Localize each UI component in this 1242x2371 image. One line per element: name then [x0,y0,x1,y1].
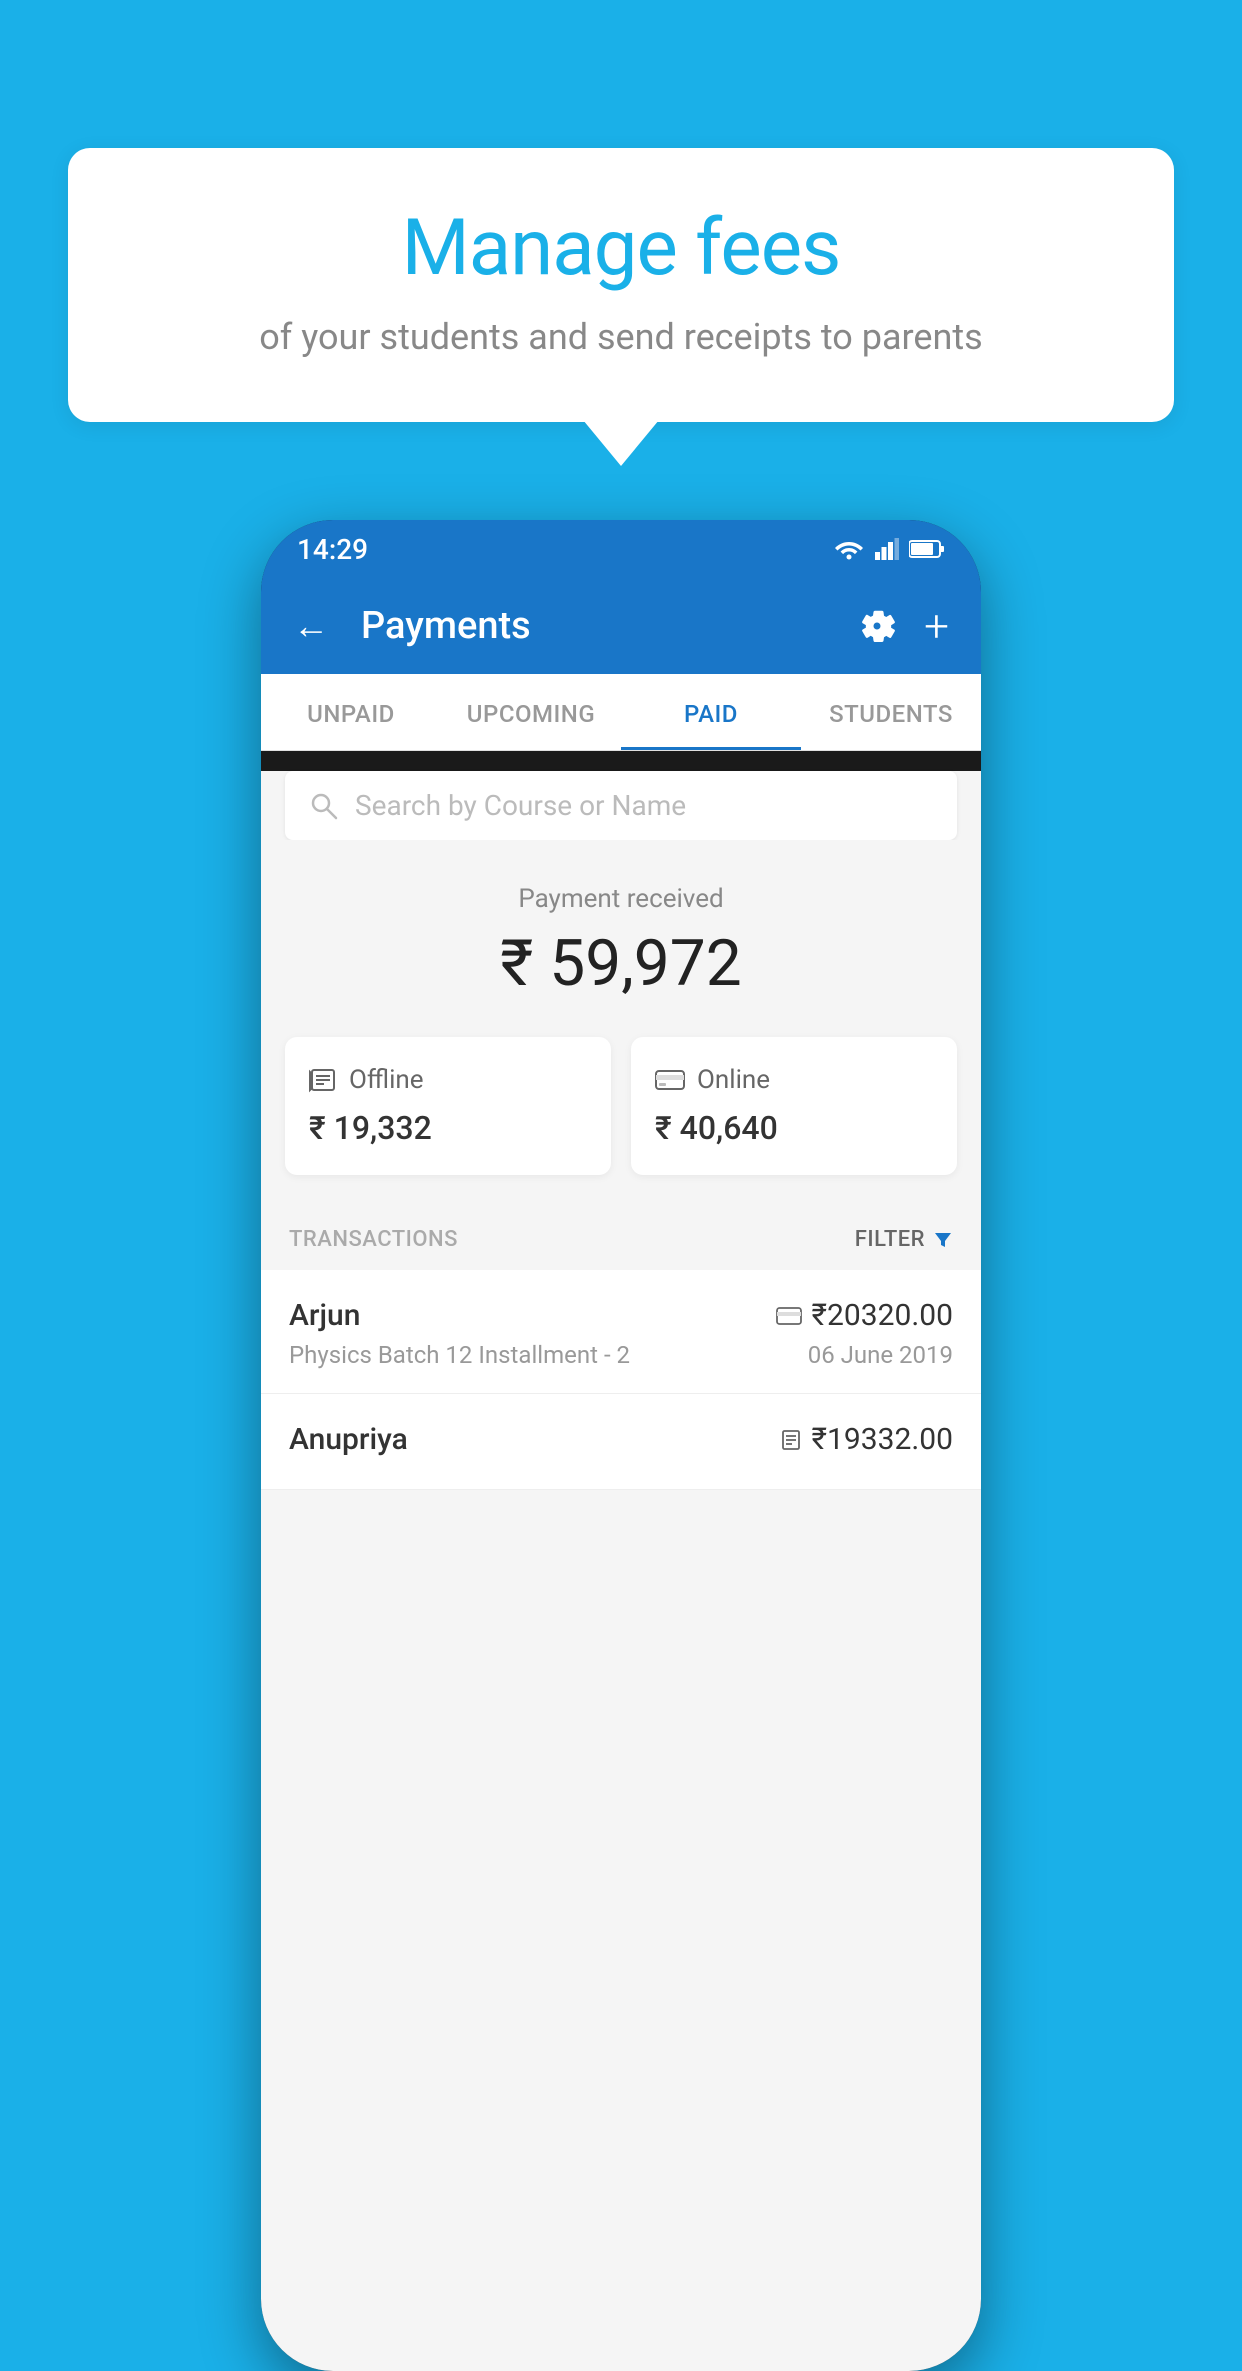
payment-received-amount: ₹ 59,972 [285,926,957,1001]
offline-payment-icon [780,1429,802,1451]
app-header: ← Payments + [261,578,981,674]
offline-label: Offline [349,1065,424,1095]
tab-upcoming[interactable]: UPCOMING [441,674,621,750]
transaction-date-arjun: 06 June 2019 [808,1341,953,1369]
status-bar: 14:29 [261,520,981,578]
offline-card-header: Offline [309,1065,587,1095]
tab-unpaid[interactable]: UNPAID [261,674,441,750]
signal-icon [875,538,899,560]
transactions-header: TRANSACTIONS FILTER [261,1207,981,1270]
manage-fees-title: Manage fees [128,203,1114,294]
transaction-amount-value-arjun: ₹20320.00 [812,1298,953,1333]
search-icon [309,791,339,821]
transaction-row-top-arjun: Arjun ₹20320.00 [289,1298,953,1333]
payment-received-section: Payment received ₹ 59,972 [261,840,981,1037]
transaction-name-arjun: Arjun [289,1298,360,1333]
header-title: Payments [361,604,834,648]
offline-icon [309,1066,337,1094]
phone-wrapper: 14:29 [261,520,981,2371]
transaction-row-top-anupriya: Anupriya ₹19332.00 [289,1422,953,1457]
payment-cards: Offline ₹ 19,332 Online [261,1037,981,1207]
app-content: Search by Course or Name Payment receive… [261,771,981,2371]
online-payment-card: Online ₹ 40,640 [631,1037,957,1175]
wifi-icon [833,538,865,560]
transaction-name-anupriya: Anupriya [289,1422,408,1457]
tab-paid[interactable]: PAID [621,674,801,750]
online-amount: ₹ 40,640 [655,1109,933,1147]
transaction-item-anupriya[interactable]: Anupriya ₹19332.00 [261,1394,981,1490]
search-placeholder-text: Search by Course or Name [355,789,686,822]
transaction-amount-value-anupriya: ₹19332.00 [812,1422,953,1457]
tab-students[interactable]: STUDENTS [801,674,981,750]
manage-fees-subtitle: of your students and send receipts to pa… [128,312,1114,362]
status-icons [833,538,945,560]
transaction-amount-anupriya: ₹19332.00 [780,1422,953,1457]
transaction-row-bottom-arjun: Physics Batch 12 Installment - 2 06 June… [289,1341,953,1369]
battery-icon [909,539,945,559]
transaction-course-arjun: Physics Batch 12 Installment - 2 [289,1341,630,1369]
phone: 14:29 [261,520,981,2371]
status-time: 14:29 [297,533,368,566]
online-label: Online [697,1065,770,1095]
add-button[interactable]: + [924,600,949,652]
offline-amount: ₹ 19,332 [309,1109,587,1147]
back-button[interactable]: ← [293,605,329,647]
transaction-amount-arjun: ₹20320.00 [776,1298,953,1333]
online-card-header: Online [655,1065,933,1095]
settings-icon[interactable] [858,607,896,645]
filter-icon [933,1230,953,1250]
transactions-label: TRANSACTIONS [289,1227,458,1252]
online-icon [655,1069,685,1091]
tabs-container: UNPAID UPCOMING PAID STUDENTS [261,674,981,751]
online-payment-icon [776,1307,802,1325]
filter-button[interactable]: FILTER [855,1227,953,1252]
header-icons: + [858,600,949,652]
search-bar[interactable]: Search by Course or Name [285,771,957,840]
transaction-item-arjun[interactable]: Arjun ₹20320.00 Physics Batch 12 Install… [261,1270,981,1394]
speech-bubble-container: Manage fees of your students and send re… [68,148,1174,422]
payment-received-label: Payment received [285,884,957,914]
offline-payment-card: Offline ₹ 19,332 [285,1037,611,1175]
speech-bubble: Manage fees of your students and send re… [68,148,1174,422]
